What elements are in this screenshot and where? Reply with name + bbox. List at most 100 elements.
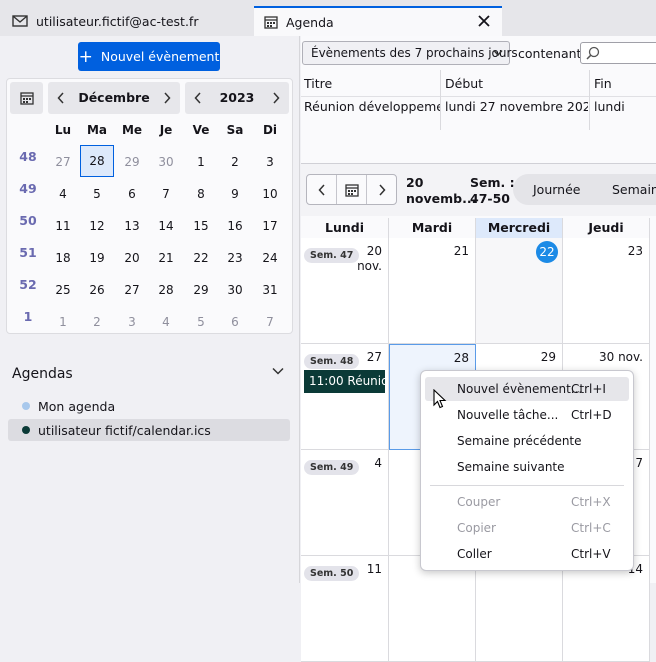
event-filter-select[interactable]: Évènements des 7 prochains jours [302,41,518,65]
mini-calendar-day[interactable]: 12 [80,213,114,239]
table-row[interactable]: Réunion développemen... lundi 27 novembr… [301,96,656,118]
today-button[interactable] [10,82,43,114]
week-number[interactable]: 49 [11,181,45,196]
month-day-cell[interactable]: 14 [563,556,650,662]
week-line-2: 47-50 [470,191,510,206]
mini-calendar-day[interactable]: 19 [80,245,114,271]
mini-calendar-day[interactable]: 5 [80,181,114,207]
mini-calendar-day[interactable]: 14 [149,213,183,239]
mini-calendar-day[interactable]: 7 [253,309,287,335]
month-grid-header: Lundi Mardi Mercredi Jeudi [301,218,656,238]
mini-calendar-day[interactable]: 10 [253,181,287,207]
month-day-cell[interactable]: 21 [389,238,476,344]
mini-calendar-day[interactable]: 15 [184,213,218,239]
month-day-cell[interactable]: 22 [476,238,563,344]
mini-calendar-day[interactable]: 2 [218,149,252,175]
month-day-cell[interactable]: Sem. 50 11 [301,556,389,662]
menu-item-next-week[interactable]: Semaine suivante [425,455,629,479]
tab-agenda[interactable]: Agenda [254,6,502,36]
calendar-item-mon-agenda[interactable]: Mon agenda [8,395,290,417]
calendar-item-ics[interactable]: utilisateur fictif/calendar.ics [8,419,290,441]
chevron-down-icon[interactable] [272,367,284,375]
chevron-left-icon [194,92,201,104]
new-event-button[interactable]: + Nouvel évènement [78,42,220,71]
view-tab-day[interactable]: Journée [533,174,580,205]
previous-month-button[interactable] [48,82,74,114]
next-year-button[interactable] [263,82,289,114]
mini-calendar-day[interactable]: 5 [184,309,218,335]
mini-calendar-day[interactable]: 30 [218,277,252,303]
mini-calendar-day[interactable]: 16 [218,213,252,239]
calendar-item-label: Mon agenda [38,398,116,414]
menu-item-copy[interactable]: Copier Ctrl+C [425,516,629,540]
month-day-cell[interactable]: 23 [563,238,650,344]
week-number[interactable]: 51 [11,245,45,260]
mini-calendar-day[interactable]: 1 [46,309,80,335]
mini-calendar-day[interactable]: 6 [218,309,252,335]
mini-calendar-day[interactable]: 4 [46,181,80,207]
search-input[interactable] [580,42,656,64]
mini-calendar-day[interactable]: 22 [184,245,218,271]
tab-mail[interactable]: utilisateur.fictif@ac-test.fr [0,6,252,36]
next-month-button[interactable] [154,82,180,114]
mini-calendar-day-selected[interactable]: 28 [80,145,114,177]
week-number[interactable]: 48 [11,149,45,164]
menu-item-paste[interactable]: Coller Ctrl+V [425,542,629,566]
column-start[interactable]: Début [445,76,483,91]
menu-item-shortcut: Ctrl+I [571,382,606,396]
mini-calendar-day[interactable]: 26 [80,277,114,303]
menu-item-new-event[interactable]: Nouvel évènement... Ctrl+I [425,377,629,401]
mini-calendar-day[interactable]: 3 [253,149,287,175]
day-name: Di [262,123,278,137]
mini-calendar-day[interactable]: 13 [115,213,149,239]
mini-calendar-day[interactable]: 25 [46,277,80,303]
mini-calendar-day[interactable]: 21 [149,245,183,271]
menu-item-cut[interactable]: Couper Ctrl+X [425,490,629,514]
mini-calendar-day[interactable]: 11 [46,213,80,239]
mini-calendar-day[interactable]: 24 [253,245,287,271]
mini-calendar-day[interactable]: 29 [115,149,149,175]
mini-calendar-day[interactable]: 6 [115,181,149,207]
mini-calendar-day[interactable]: 31 [253,277,287,303]
view-tab-week[interactable]: Semaine [612,174,656,205]
today-button[interactable] [337,175,367,204]
mini-calendar-day[interactable]: 30 [149,149,183,175]
month-day-cell[interactable] [389,556,476,662]
mini-calendar-day[interactable]: 17 [253,213,287,239]
mini-calendar-day[interactable]: 7 [149,181,183,207]
mini-calendar-day[interactable]: 9 [218,181,252,207]
mini-calendar-day[interactable]: 29 [184,277,218,303]
weekday-header: Jeudi [563,218,650,238]
month-day-cell[interactable]: Sem. 47 20 nov. [301,238,389,344]
mini-calendar-day[interactable]: 8 [184,181,218,207]
mini-calendar-day[interactable]: 1 [184,149,218,175]
mini-calendar-day[interactable]: 18 [46,245,80,271]
week-number[interactable]: 50 [11,213,45,228]
mini-calendar-day[interactable]: 28 [149,277,183,303]
day-number: 20 nov. [357,244,382,273]
mini-calendar-day[interactable]: 23 [218,245,252,271]
day-name: Ve [192,123,210,137]
mini-calendar-day[interactable]: 27 [46,149,80,175]
mini-calendar-day[interactable]: 3 [115,309,149,335]
event-chip[interactable]: 11:00 Réunion développement [304,370,385,393]
week-number[interactable]: 52 [11,277,45,292]
previous-year-button[interactable] [185,82,211,114]
previous-button[interactable] [307,175,337,204]
tab-agenda-label: Agenda [286,14,334,30]
mini-calendar-day[interactable]: 2 [80,309,114,335]
menu-item-new-task[interactable]: Nouvelle tâche... Ctrl+D [425,403,629,427]
menu-item-label: Couper [457,495,501,509]
menu-item-previous-week[interactable]: Semaine précédente [425,429,629,453]
week-number[interactable]: 1 [11,309,45,324]
month-day-cell[interactable] [476,556,563,662]
close-icon[interactable] [476,13,492,29]
column-end[interactable]: Fin [594,76,612,91]
month-day-cell[interactable]: Sem. 48 27 [301,344,389,450]
month-day-cell[interactable]: Sem. 49 4 [301,450,389,556]
mini-calendar-day[interactable]: 27 [115,277,149,303]
next-button[interactable] [367,175,397,204]
mini-calendar-day[interactable]: 4 [149,309,183,335]
column-title[interactable]: Titre [304,76,332,91]
mini-calendar-day[interactable]: 20 [115,245,149,271]
